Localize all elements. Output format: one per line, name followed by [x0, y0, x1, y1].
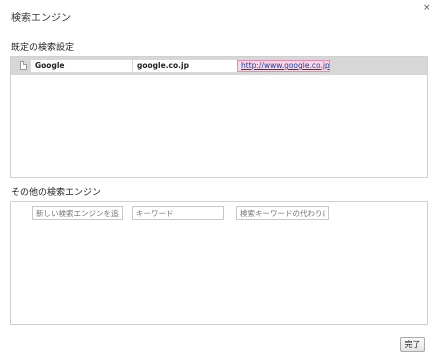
new-engine-keyword-input[interactable] — [132, 206, 224, 220]
engine-url-field[interactable]: http://www.google.co.jp/ — [237, 60, 330, 72]
new-engine-url-input[interactable] — [236, 206, 329, 220]
other-search-section-title: その他の検索エンジン — [11, 188, 102, 198]
close-icon[interactable]: × — [423, 3, 431, 13]
new-engine-name-input[interactable] — [32, 206, 123, 220]
default-search-row[interactable]: Google google.co.jp http://www.google.co… — [11, 57, 427, 75]
default-search-list: Google google.co.jp http://www.google.co… — [10, 56, 428, 178]
document-icon — [20, 61, 27, 70]
engine-name-field[interactable]: Google — [31, 60, 132, 72]
other-search-list — [10, 201, 428, 325]
engine-keyword-field[interactable]: google.co.jp — [133, 60, 237, 72]
dialog-title: 検索エンジン — [11, 13, 71, 24]
done-button[interactable]: 完了 — [400, 337, 425, 352]
default-search-section-title: 既定の検索設定 — [11, 43, 75, 53]
